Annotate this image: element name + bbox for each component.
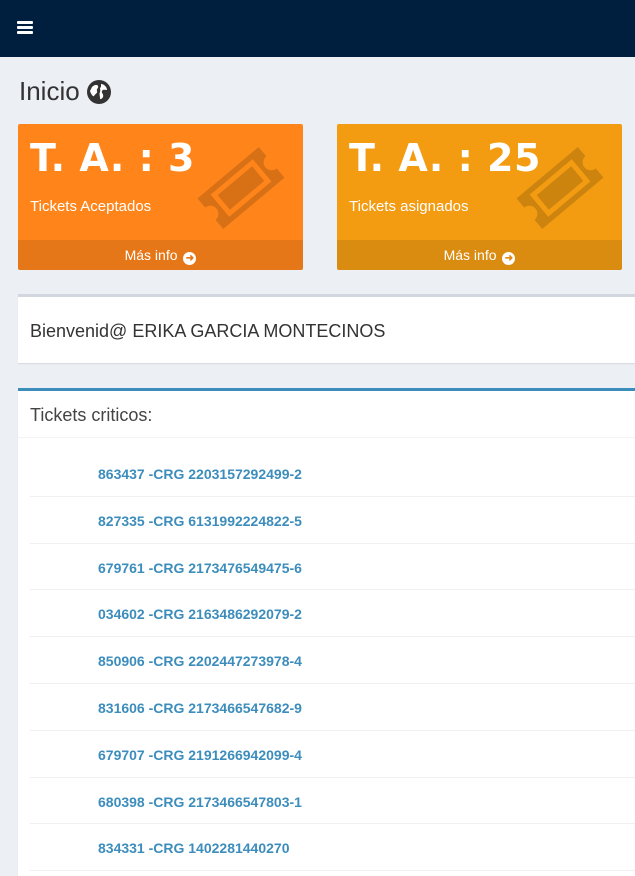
ticket-link[interactable]: 679707 -CRG 2191266942099-4 [98,747,302,763]
arrow-circle-right-icon: ➜ [183,252,197,265]
arrow-circle-right-icon: ➜ [502,252,516,265]
accepted-tickets-box: T. A. : 3 Tickets Aceptados Más info ➜ [18,124,303,270]
list-item: 034602 -CRG 2163486292079-2 [30,590,635,638]
accepted-more-info-link[interactable]: Más info ➜ [18,240,303,270]
page-title-text: Inicio [19,76,80,106]
more-info-label: Más info [124,247,178,263]
welcome-box: Bienvenid@ ERIKA GARCIA MONTECINOS [18,294,635,363]
ticket-link[interactable]: 831606 -CRG 2173466547682-9 [98,700,302,716]
accepted-tickets-count: T. A. : 3 [30,136,195,180]
list-item: 831606 -CRG 2173466547682-9 [30,684,635,731]
ticket-link[interactable]: 827335 -CRG 6131992224822-5 [98,513,302,529]
welcome-text: Bienvenid@ ERIKA GARCIA MONTECINOS [30,321,386,341]
assigned-more-info-link[interactable]: Más info ➜ [337,240,622,270]
list-item: 679707 -CRG 2191266942099-4 [30,731,635,778]
assigned-tickets-label: Tickets asignados [349,198,469,215]
critical-tickets-title: Tickets criticos: [30,405,153,425]
hamburger-icon[interactable] [17,21,33,35]
more-info-label: Más info [443,247,497,263]
panel-header: Tickets criticos: [18,391,635,438]
ticket-link[interactable]: 834331 -CRG 1402281440270 [98,840,290,856]
critical-tickets-list: 863437 -CRG 2203157292499-2 827335 -CRG … [30,450,635,872]
page-title: Inicio [19,76,112,107]
list-item: 863437 -CRG 2203157292499-2 [30,450,635,497]
globe-icon [86,79,111,104]
critical-tickets-panel: Tickets criticos: 863437 -CRG 2203157292… [18,388,635,876]
ticket-icon [516,146,604,230]
accepted-tickets-label: Tickets Aceptados [30,198,152,215]
top-navbar [0,0,635,57]
assigned-tickets-box: T. A. : 25 Tickets asignados Más info ➜ [337,124,622,270]
ticket-link[interactable]: 680398 -CRG 2173466547803-1 [98,794,302,810]
list-item: 680398 -CRG 2173466547803-1 [30,778,635,825]
ticket-link[interactable]: 034602 -CRG 2163486292079-2 [98,606,302,622]
list-item: 834331 -CRG 1402281440270 [30,824,635,872]
ticket-link[interactable]: 863437 -CRG 2203157292499-2 [98,466,302,482]
ticket-icon [197,146,285,230]
list-item: 679761 -CRG 2173476549475-6 [30,544,635,591]
list-item: 850906 -CRG 2202447273978-4 [30,637,635,684]
list-item: 827335 -CRG 6131992224822-5 [30,497,635,544]
ticket-link[interactable]: 850906 -CRG 2202447273978-4 [98,653,302,669]
ticket-link[interactable]: 679761 -CRG 2173476549475-6 [98,560,302,576]
